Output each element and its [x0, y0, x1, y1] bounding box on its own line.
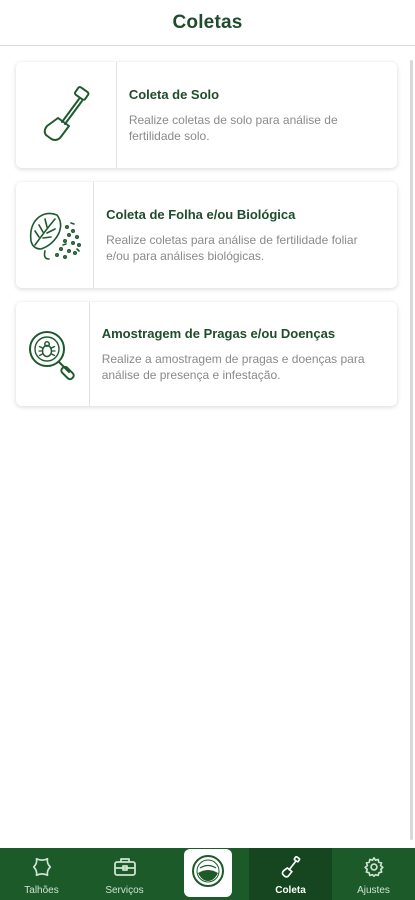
nav-item-home[interactable] [166, 848, 249, 900]
bug-magnifier-icon [22, 324, 82, 384]
card-description: Realize coletas para análise de fertilid… [106, 233, 358, 263]
card-coleta-folha[interactable]: Coleta de Folha e/ou Biológica Realize c… [16, 182, 397, 288]
card-title: Coleta de Solo [128, 87, 220, 102]
scrollbar[interactable] [410, 60, 413, 840]
gear-icon [363, 856, 385, 885]
field-icon [31, 856, 53, 885]
card-description: Realize coletas de solo para análise de … [128, 113, 338, 143]
leaf-icon [23, 205, 87, 265]
nav-item-coleta[interactable]: Coleta [249, 848, 332, 900]
bottom-navigation: Talhões Serviços Coleta Ajustes [0, 848, 415, 900]
card-text: Amostragem de Pragas e/ou Doenças Realiz… [90, 302, 397, 406]
nav-label: Talhões [24, 885, 59, 896]
logo-icon [191, 854, 225, 893]
nav-label: Coleta [275, 885, 306, 896]
nav-label: Serviços [105, 885, 144, 896]
nav-item-talhoes[interactable]: Talhões [0, 848, 83, 900]
page-title: Coletas [172, 11, 243, 33]
nav-label: Ajustes [357, 885, 390, 896]
nav-item-ajustes[interactable]: Ajustes [332, 848, 415, 900]
card-icon-area [16, 302, 90, 406]
card-title: Coleta de Folha e/ou Biológica [106, 207, 296, 222]
nav-item-servicos[interactable]: Serviços [83, 848, 166, 900]
app-root: Coletas Coleta de Solo Realize coletas d… [0, 0, 415, 900]
card-amostragem-pragas[interactable]: Amostragem de Pragas e/ou Doenças Realiz… [16, 302, 397, 406]
card-icon-area [16, 62, 117, 168]
shovel-icon [280, 855, 302, 885]
card-description: Realize a amostragem de pragas e doenças… [101, 352, 365, 382]
card-text: Coleta de Folha e/ou Biológica Realize c… [94, 182, 397, 288]
card-title: Amostragem de Pragas e/ou Doenças [101, 326, 336, 341]
briefcase-icon [113, 856, 137, 885]
top-app-bar: Coletas [0, 0, 415, 46]
shovel-icon [36, 85, 96, 145]
card-text: Coleta de Solo Realize coletas de solo p… [117, 62, 397, 168]
logo-badge[interactable] [183, 849, 232, 897]
card-icon-area [16, 182, 95, 288]
cards-list: Coleta de Solo Realize coletas de solo p… [0, 46, 415, 406]
card-coleta-solo[interactable]: Coleta de Solo Realize coletas de solo p… [16, 62, 397, 168]
